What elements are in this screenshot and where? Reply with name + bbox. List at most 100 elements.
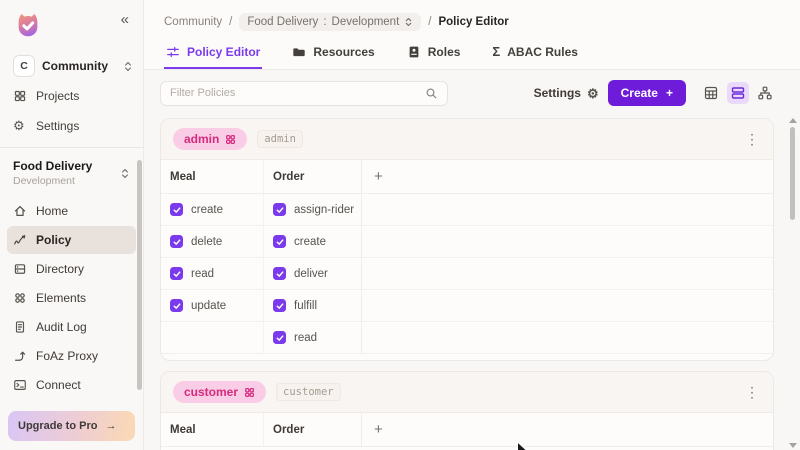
sidebar-item-home[interactable]: Home	[7, 197, 136, 225]
kebab-menu-icon[interactable]: ⋮	[743, 385, 761, 399]
upgrade-to-pro-button[interactable]: Upgrade to Pro →	[8, 411, 135, 441]
checkbox-checked[interactable]	[273, 331, 286, 344]
role-pill-admin[interactable]: admin	[173, 128, 248, 150]
filter-policies-box	[160, 80, 448, 106]
role-pill-customer[interactable]: customer	[173, 381, 267, 403]
sidebar-item-directory[interactable]: Directory	[7, 255, 136, 283]
resource-column-header[interactable]: Order	[263, 160, 361, 193]
sidebar-item-audit-log[interactable]: Audit Log	[7, 313, 136, 341]
breadcrumb-org[interactable]: Community	[164, 16, 222, 28]
sidebar-collapse-icon[interactable]: «	[117, 10, 133, 30]
filter-policies-input[interactable]	[170, 87, 425, 99]
sidebar-item-settings[interactable]: ⚙ Settings	[0, 111, 143, 141]
add-resource-button[interactable]: +	[374, 168, 383, 185]
check-icon	[173, 302, 180, 309]
breadcrumb-environment: Development	[331, 16, 400, 28]
policy-card-customer: customer customer ⋮ Meal Order +	[160, 371, 774, 450]
elements-icon	[15, 293, 25, 303]
tab-bar: Policy Editor Resources Roles Σ ABAC Rul…	[144, 35, 800, 70]
check-icon	[276, 334, 283, 341]
check-icon	[276, 238, 283, 245]
sidebar-item-label: Home	[36, 204, 69, 218]
org-avatar: C	[13, 55, 35, 77]
workspace-environment: Development	[13, 175, 75, 187]
sidebar-item-label: Connect	[36, 378, 81, 392]
action-label: update	[191, 299, 227, 312]
action-label: deliver	[294, 267, 328, 280]
upgrade-label: Upgrade to Pro	[18, 420, 98, 432]
sidebar-item-projects[interactable]: Projects	[0, 81, 143, 111]
view-table-button[interactable]	[700, 82, 722, 104]
check-icon	[276, 270, 283, 277]
sidebar-item-label: FoAz Proxy	[36, 349, 99, 363]
table-grid-icon	[704, 86, 718, 100]
directory-server-icon	[14, 264, 26, 274]
check-icon	[173, 238, 180, 245]
plus-icon: +	[665, 86, 673, 100]
hierarchy-icon	[758, 86, 772, 100]
checkbox-checked[interactable]	[273, 235, 286, 248]
view-hierarchy-button[interactable]	[754, 82, 776, 104]
tab-abac-rules[interactable]: Σ ABAC Rules	[490, 35, 580, 69]
permission-row: create assign-rider	[161, 194, 773, 226]
checkbox-checked[interactable]	[273, 299, 286, 312]
action-label: delete	[191, 235, 223, 248]
resource-header-row: Meal Order +	[161, 413, 773, 447]
main-header: Community / Food Delivery : Development …	[144, 0, 800, 70]
scrollbar-thumb[interactable]	[789, 127, 795, 220]
resource-column-header[interactable]: Order	[263, 413, 361, 446]
checkbox-checked[interactable]	[170, 235, 183, 248]
action-label: create	[294, 235, 326, 248]
view-mode-switcher	[700, 82, 776, 104]
action-label: create	[191, 203, 223, 216]
role-grid-icon	[245, 387, 254, 397]
add-resource-button[interactable]: +	[374, 421, 383, 438]
sidebar-scrollbar[interactable]	[137, 160, 142, 390]
scrollbar-up-arrow[interactable]	[789, 118, 797, 123]
content-scrollbar[interactable]	[788, 118, 797, 448]
action-label: assign-rider	[294, 203, 355, 216]
checkbox-checked[interactable]	[170, 203, 183, 216]
home-icon	[14, 206, 26, 216]
checkbox-checked[interactable]	[170, 267, 183, 280]
gear-icon: ⚙	[586, 85, 599, 101]
chevron-up-down-icon	[122, 168, 128, 178]
org-switcher[interactable]: C Community	[13, 55, 133, 77]
projects-grid-icon	[14, 90, 26, 102]
policy-settings-button[interactable]: Settings ⚙	[534, 86, 599, 100]
resource-column-header[interactable]: Meal	[161, 413, 263, 446]
arrow-right-icon: →	[105, 420, 117, 432]
gear-icon: ⚙	[13, 118, 25, 133]
tab-policy-editor[interactable]: Policy Editor	[164, 35, 263, 69]
sidebar-item-elements[interactable]: Elements	[7, 284, 136, 312]
connect-terminal-icon	[14, 380, 26, 390]
sidebar-item-label: Policy	[36, 233, 72, 247]
main-panel: Community / Food Delivery : Development …	[144, 0, 800, 450]
tab-roles[interactable]: Roles	[405, 35, 463, 69]
checkbox-checked[interactable]	[273, 203, 286, 216]
audit-log-icon	[15, 321, 25, 333]
breadcrumb-separator: /	[229, 16, 233, 28]
permit-logo-icon	[18, 13, 38, 37]
checkbox-checked[interactable]	[273, 267, 286, 280]
action-label: read	[191, 267, 215, 280]
chevron-up-down-icon	[406, 17, 412, 27]
sidebar-item-connect[interactable]: Connect	[7, 371, 136, 399]
role-name: admin	[184, 132, 220, 146]
checkbox-checked[interactable]	[170, 299, 183, 312]
kebab-menu-icon[interactable]: ⋮	[743, 132, 761, 146]
scrollbar-down-arrow[interactable]	[789, 443, 797, 448]
tab-resources[interactable]: Resources	[290, 35, 376, 69]
sidebar-item-policy[interactable]: Policy	[7, 226, 136, 254]
create-label: Create	[620, 86, 658, 100]
view-list-button[interactable]	[727, 82, 749, 104]
breadcrumb-project-env-selector[interactable]: Food Delivery : Development	[239, 13, 422, 31]
breadcrumb-separator: /	[428, 16, 432, 28]
breadcrumb-colon: :	[323, 16, 327, 28]
create-button[interactable]: Create +	[607, 80, 686, 106]
resource-column-header[interactable]: Meal	[161, 160, 263, 193]
role-key-tag: customer	[276, 383, 341, 401]
workspace-switcher[interactable]: Food Delivery Development	[0, 148, 143, 193]
sigma-icon: Σ	[492, 44, 501, 59]
sidebar-item-foaz-proxy[interactable]: FoAz Proxy	[7, 342, 136, 370]
